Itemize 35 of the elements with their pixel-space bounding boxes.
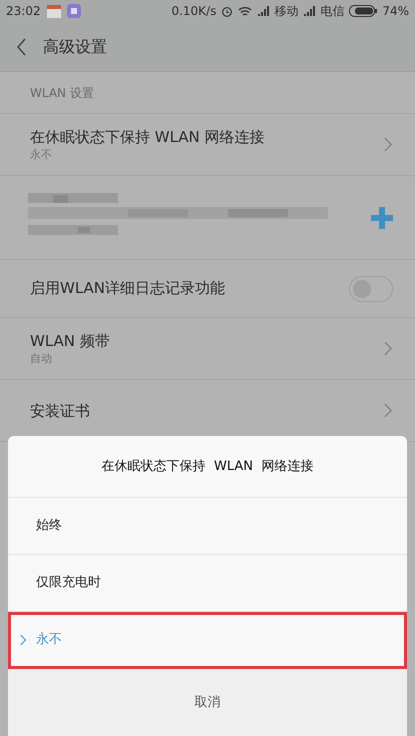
page-title: 高级设置 bbox=[43, 36, 107, 58]
option-label: 永不 bbox=[36, 631, 62, 650]
status-time: 23:02 bbox=[6, 3, 41, 20]
back-icon[interactable] bbox=[16, 38, 27, 56]
network-speed: 0.10K/s bbox=[171, 3, 216, 20]
setting-title: 启用WLAN详细日志记录功能 bbox=[30, 278, 226, 300]
setting-title: WLAN 频带 bbox=[30, 330, 110, 350]
option-label: 始终 bbox=[36, 517, 62, 536]
carrier-name: 移动 bbox=[274, 3, 298, 20]
chevron-right-icon bbox=[384, 403, 393, 418]
battery-icon bbox=[349, 5, 378, 17]
carrier-name: 电信 bbox=[320, 3, 344, 20]
signal-icon bbox=[257, 6, 270, 16]
alarm-icon bbox=[221, 5, 234, 17]
battery-percent: 74% bbox=[382, 3, 409, 20]
option-item[interactable]: 始终 bbox=[8, 498, 407, 555]
setting-title: 在休眠状态下保持 WLAN 网络连接 bbox=[30, 126, 265, 146]
settings-row[interactable]: WLAN 频带 自动 bbox=[0, 318, 415, 380]
app-icon bbox=[66, 4, 81, 18]
plus-icon[interactable] bbox=[371, 206, 393, 228]
calendar-icon bbox=[46, 4, 61, 18]
settings-row[interactable]: 在休眠状态下保持 WLAN 网络连接 永不 bbox=[0, 114, 415, 176]
section-label: WLAN 设置 bbox=[30, 84, 94, 102]
dialog-title: 在休眠状态下保持 WLAN 网络连接 bbox=[102, 458, 314, 476]
signal-icon bbox=[303, 6, 316, 16]
setting-title: 安装证书 bbox=[30, 400, 90, 420]
cancel-button[interactable]: 取消 bbox=[178, 684, 236, 720]
option-item[interactable]: 仅限充电时 bbox=[8, 555, 407, 612]
setting-value: 永不 bbox=[30, 146, 53, 162]
setting-value: 自动 bbox=[30, 350, 53, 366]
chevron-right-icon bbox=[384, 137, 393, 152]
chevron-right-icon bbox=[384, 341, 393, 356]
wifi-icon bbox=[238, 6, 252, 16]
chevron-right-icon bbox=[20, 634, 27, 646]
option-label: 仅限充电时 bbox=[36, 574, 101, 592]
